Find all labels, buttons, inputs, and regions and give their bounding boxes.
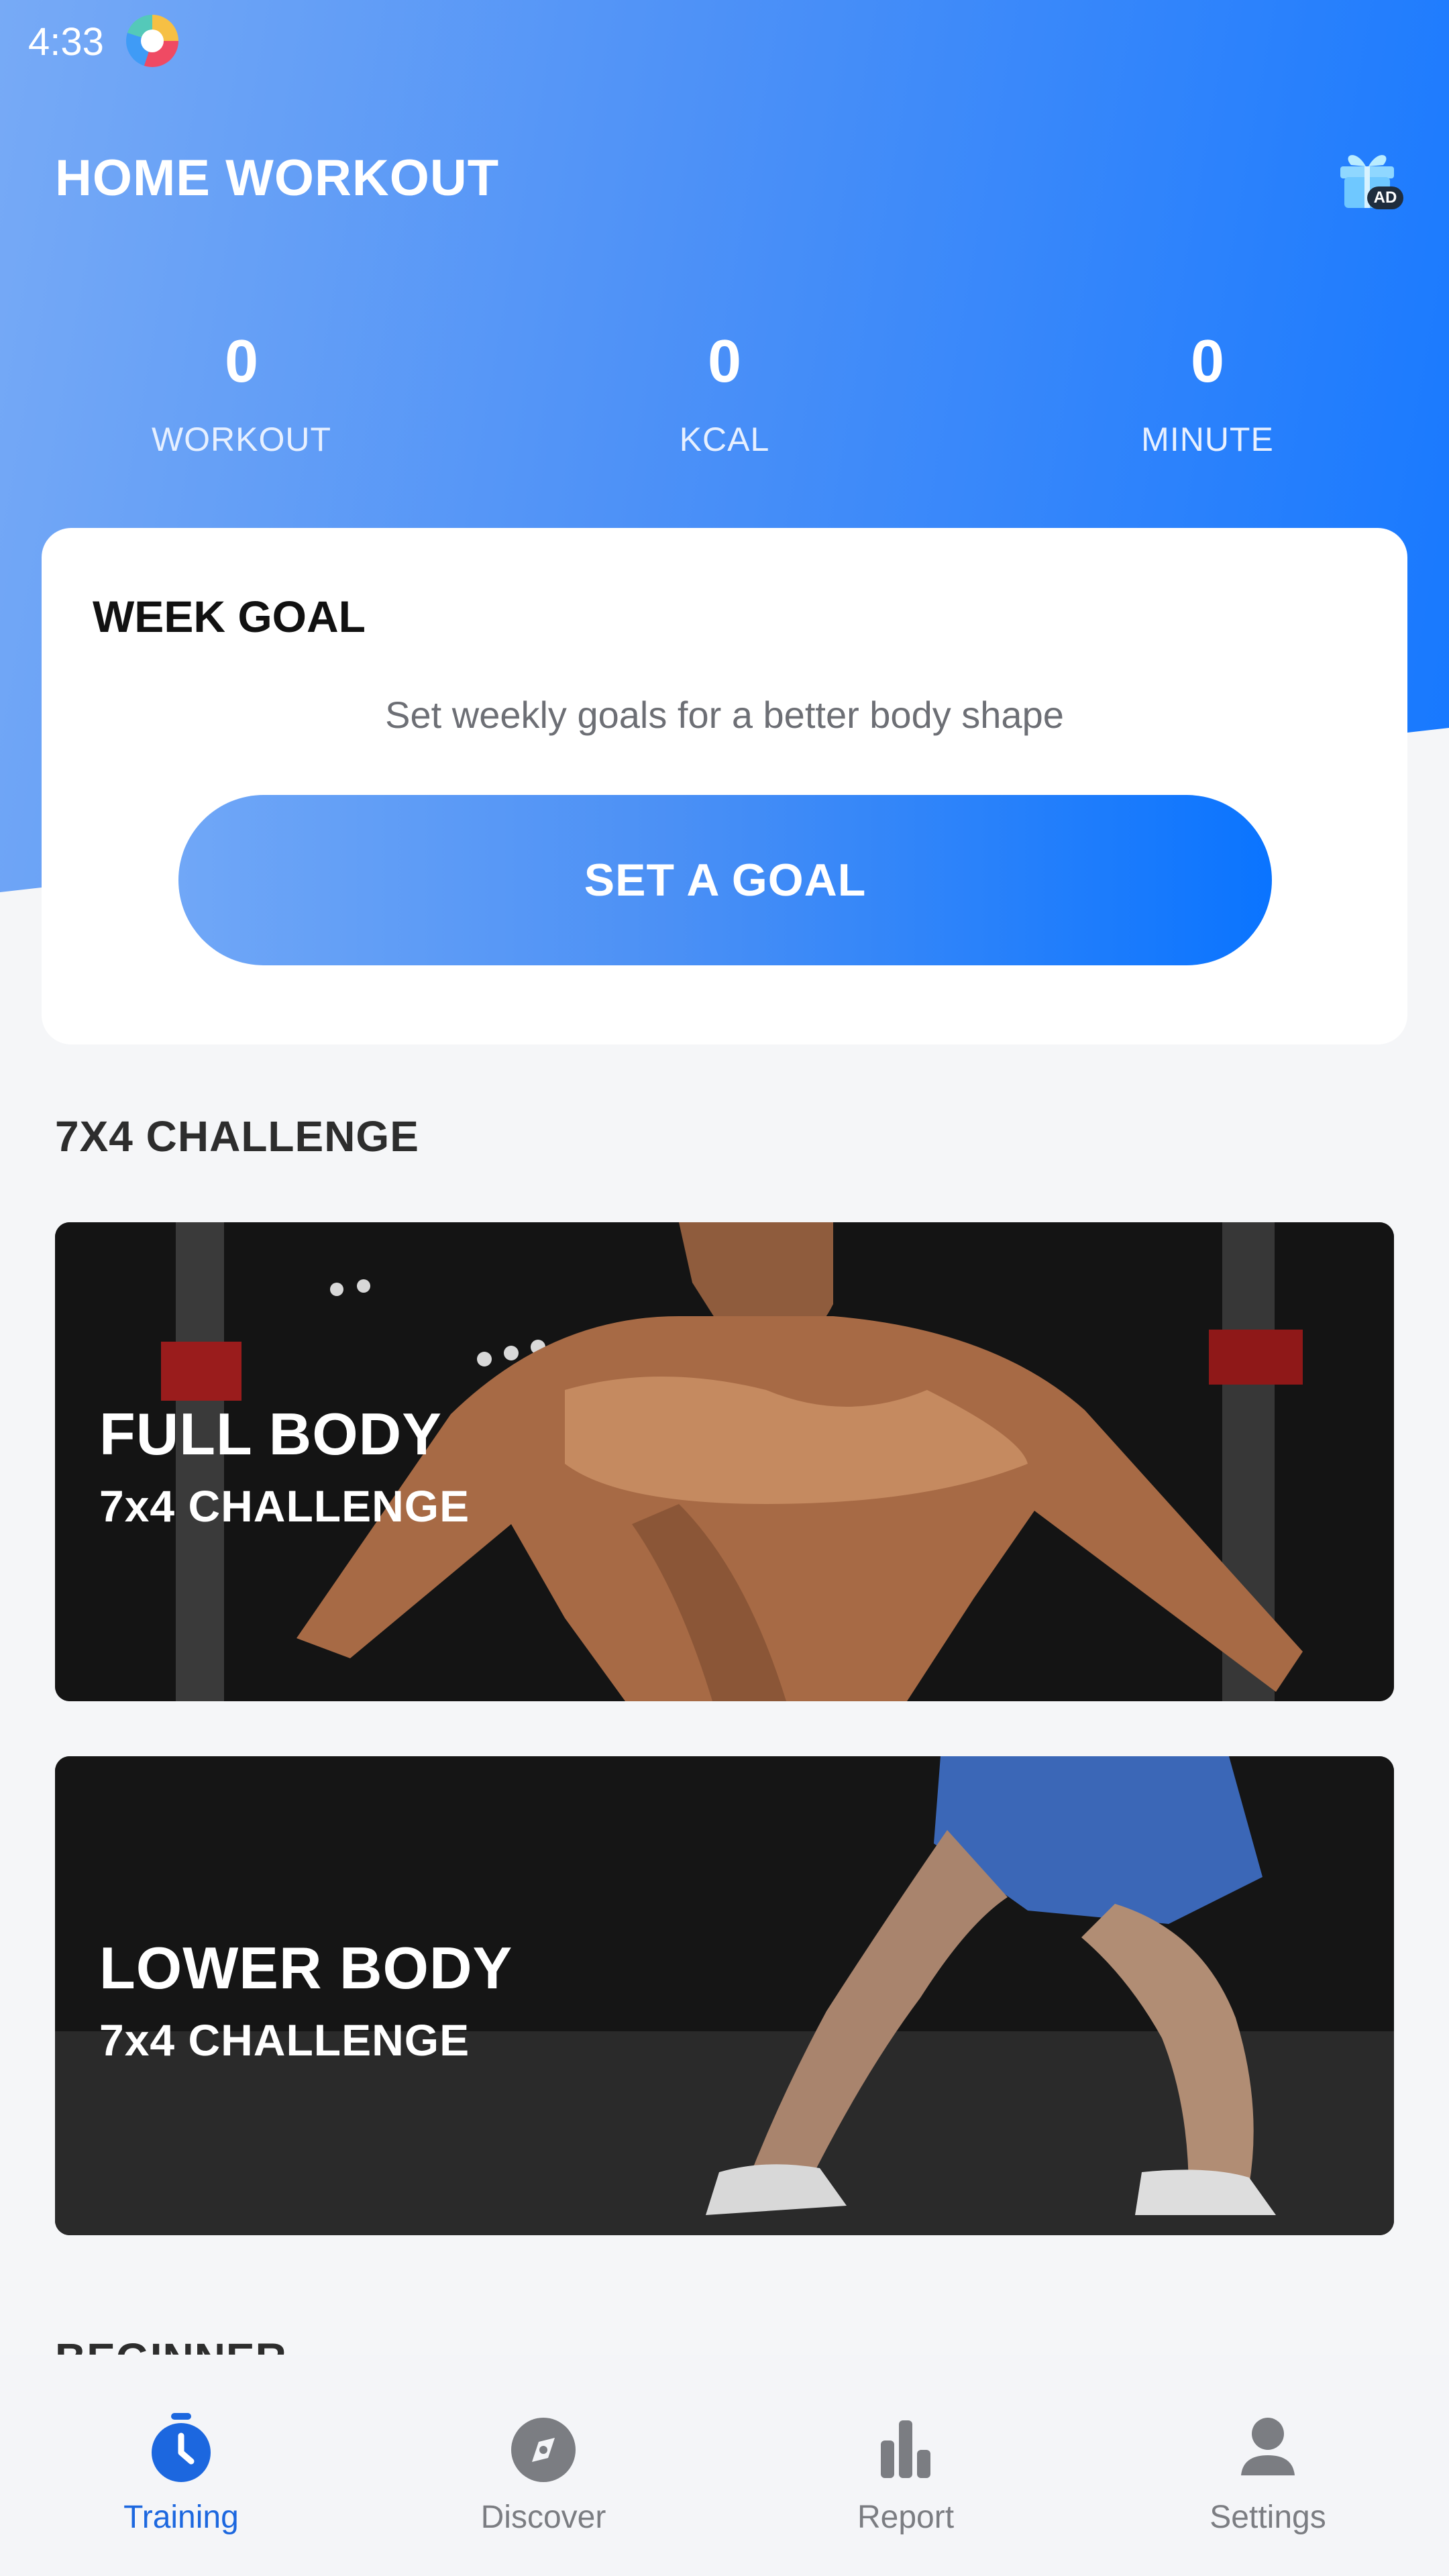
stat-value: 0 <box>707 328 742 395</box>
challenge-section-title: 7X4 CHALLENGE <box>55 1112 419 1161</box>
week-goal-subtitle: Set weekly goals for a better body shape <box>385 694 1064 736</box>
person-icon <box>1241 2418 1295 2475</box>
challenge-card-title: LOWER BODY <box>99 1935 513 2001</box>
stat-label: KCAL <box>679 421 770 458</box>
challenge-card-title: FULL BODY <box>99 1401 442 1467</box>
lower-body-challenge-card[interactable]: LOWER BODY 7x4 CHALLENGE <box>55 1756 1394 2235</box>
app-title: HOME WORKOUT <box>55 150 500 207</box>
set-goal-button[interactable]: SET A GOAL <box>178 795 1272 965</box>
nav-label: Discover <box>480 2500 606 2535</box>
stat-kcal: 0 KCAL <box>584 325 865 460</box>
nav-training[interactable]: Training <box>60 2387 302 2548</box>
nav-report[interactable]: Report <box>785 2387 1026 2548</box>
nav-discover[interactable]: Discover <box>423 2387 664 2548</box>
nav-label: Settings <box>1210 2500 1326 2535</box>
bar-chart-icon <box>881 2420 930 2478</box>
app-logo-icon <box>126 15 178 67</box>
challenge-card-subtitle: 7x4 CHALLENGE <box>99 1481 470 1531</box>
gift-ad-button[interactable]: AD <box>1328 138 1406 216</box>
week-goal-card: WEEK GOAL Set weekly goals for a better … <box>42 528 1407 1044</box>
stat-label: WORKOUT <box>151 421 332 458</box>
stat-workout: 0 WORKOUT <box>101 325 382 460</box>
stat-label: MINUTE <box>1141 421 1274 458</box>
bottom-navigation: Training Discover Report Settings <box>0 2355 1449 2576</box>
gift-icon: AD <box>1340 155 1403 209</box>
nav-label: Report <box>857 2500 955 2535</box>
compass-icon <box>511 2418 576 2482</box>
nav-settings[interactable]: Settings <box>1147 2387 1389 2548</box>
full-body-challenge-card[interactable]: FULL BODY 7x4 CHALLENGE <box>55 1222 1394 1701</box>
stopwatch-icon <box>152 2413 211 2482</box>
week-goal-title: WEEK GOAL <box>93 592 366 641</box>
nav-label: Training <box>123 2500 239 2535</box>
challenge-card-subtitle: 7x4 CHALLENGE <box>99 2015 470 2065</box>
status-time: 4:33 <box>28 20 104 64</box>
ad-badge: AD <box>1374 189 1397 207</box>
stat-value: 0 <box>1190 328 1225 395</box>
stat-minute: 0 MINUTE <box>1067 325 1348 460</box>
stat-value: 0 <box>224 328 259 395</box>
